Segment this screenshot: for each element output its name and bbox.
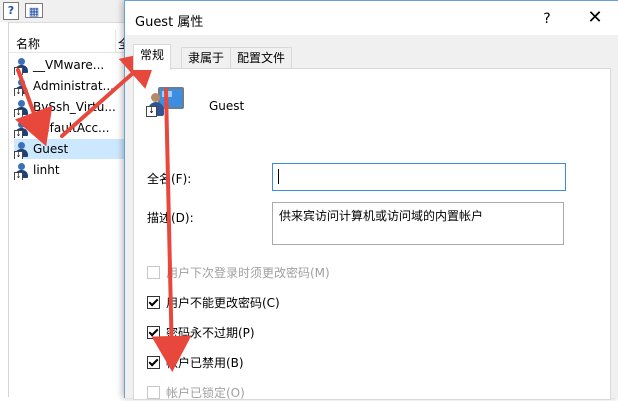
tab-member-of[interactable]: 隶属于: [181, 47, 232, 69]
option-cannot-change-password[interactable]: 用户不能更改密码(C): [147, 295, 280, 311]
help-button[interactable]: ?: [535, 9, 559, 29]
help-icon[interactable]: ?: [3, 2, 19, 20]
option-must-change-password[interactable]: 用户下次登录时须更改密码(M): [147, 265, 330, 281]
option-label: 用户下次登录时须更改密码(M): [166, 266, 330, 280]
checkbox-unchecked[interactable]: [147, 266, 160, 279]
list-item-label: linht: [33, 163, 60, 177]
option-label: 用户不能更改密码(C): [166, 296, 280, 310]
description-label: 描述(D):: [147, 211, 194, 225]
close-button[interactable]: ✕: [580, 7, 610, 29]
list-item[interactable]: ↓ Administrat...: [14, 76, 139, 96]
list-item-selected[interactable]: ↓ Guest: [14, 139, 139, 159]
checkbox-checked[interactable]: [147, 356, 160, 369]
console-tree-pane: [0, 22, 9, 397]
user-account-icon: ↓: [146, 87, 184, 119]
option-label: 帐户已锁定(O): [166, 386, 245, 400]
tab-panel-general: ↓ Guest 全名(F): 描述(D): 供来宾访问计算机或访问域的内置帐户 …: [133, 68, 611, 400]
user-icon: ↓: [14, 162, 30, 180]
user-icon: ↓: [14, 99, 30, 117]
user-icon: ↓: [14, 78, 30, 96]
list-item[interactable]: ↓ DefaultAcc...: [14, 118, 139, 138]
description-input[interactable]: 供来宾访问计算机或访问域的内置帐户: [272, 202, 564, 245]
list-item[interactable]: ↓ __VMware...: [14, 55, 139, 75]
dialog-title: Guest 属性: [135, 15, 204, 30]
checkbox-unchecked[interactable]: [147, 386, 160, 399]
dialog-titlebar[interactable]: Guest 属性 ? ✕: [125, 1, 618, 35]
tab-profile[interactable]: 配置文件: [230, 47, 293, 69]
option-password-never-expires[interactable]: 密码永不过期(P): [147, 325, 255, 341]
full-name-input[interactable]: [272, 163, 566, 191]
tab-general[interactable]: 常规: [133, 44, 172, 70]
show-hide-pane-icon[interactable]: ▦: [25, 3, 43, 18]
list-item-label: DefaultAcc...: [33, 121, 110, 135]
list-header: 名称 全: [9, 30, 139, 53]
user-icon: ↓: [14, 57, 30, 75]
list-item-label: Administrat...: [33, 79, 114, 93]
properties-dialog: Guest 属性 ? ✕ 常规 隶属于 配置文件 ↓ Guest 全名(F): …: [124, 0, 618, 400]
option-account-disabled[interactable]: 帐户已禁用(B): [147, 355, 244, 371]
list-item-label: Guest: [33, 142, 69, 156]
user-icon: ↓: [14, 120, 30, 138]
list-item[interactable]: ↓BvSsh_Virtu... B: [14, 97, 139, 117]
user-name-heading: Guest: [209, 99, 245, 113]
option-label: 帐户已禁用(B): [166, 356, 244, 370]
user-icon: ↓: [14, 141, 30, 159]
full-name-label: 全名(F):: [147, 172, 192, 186]
option-account-locked[interactable]: 帐户已锁定(O): [147, 385, 245, 401]
checkbox-checked[interactable]: [147, 326, 160, 339]
list-item-label: BvSsh_Virtu...: [33, 100, 116, 114]
column-header-name[interactable]: 名称: [16, 35, 40, 52]
checkbox-checked[interactable]: [147, 296, 160, 309]
column-separator[interactable]: [115, 30, 116, 52]
list-item[interactable]: ↓ linht: [14, 160, 139, 180]
list-item-label: __VMware...: [33, 58, 105, 72]
text-caret: [278, 169, 279, 184]
users-list: 名称 全 ↓__VMware... ↓Administrat... ↓BvSsh…: [9, 30, 139, 397]
option-label: 密码永不过期(P): [166, 326, 255, 340]
